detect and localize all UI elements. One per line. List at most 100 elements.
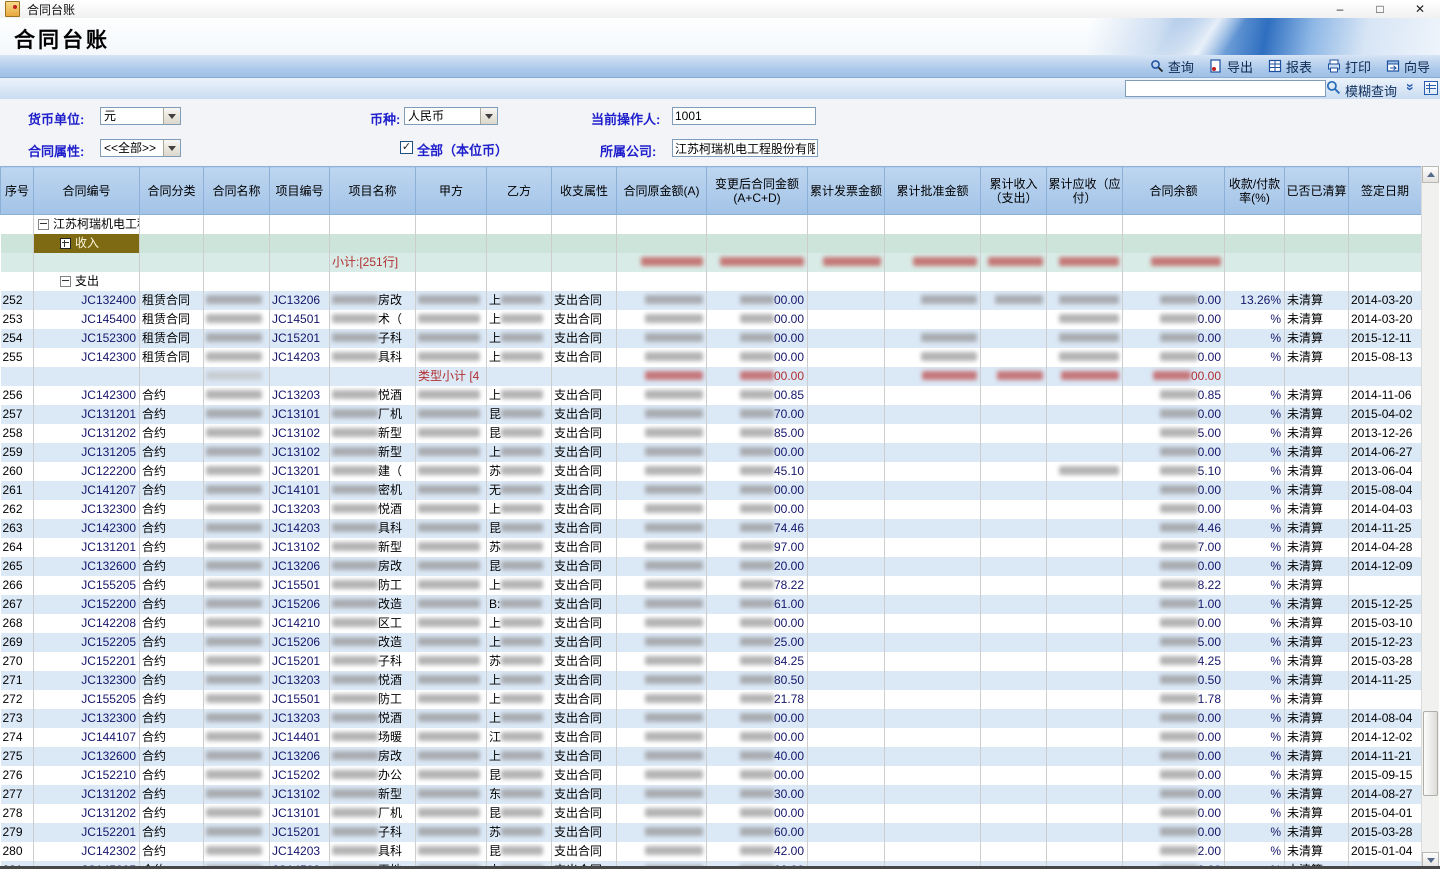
table-row-273[interactable]: 273JC132300合约JC13203悦酒上支出合同00.000.00%未清算…: [1, 709, 1422, 728]
currency-select[interactable]: 人民币: [404, 107, 498, 125]
scrollbar-thumb[interactable]: [1423, 711, 1438, 796]
cell-project-name: 改造: [330, 633, 416, 652]
cell-approved-amount: [885, 234, 981, 253]
table-row-259[interactable]: 259JC131205合约JC13102新型上支出合同00.000.00%未清算…: [1, 443, 1422, 462]
query-button[interactable]: 查询: [1150, 57, 1194, 76]
currency-unit-select[interactable]: 元: [100, 107, 181, 125]
company-field[interactable]: [672, 139, 818, 157]
table-row-256[interactable]: 256JC142300合约JC13203悦酒上支出合同00.850.85%未清算…: [1, 386, 1422, 405]
cell-party-b: [487, 253, 552, 272]
table-row-270[interactable]: 270JC152201合约JC15201子科苏支出合同84.254.25%未清算…: [1, 652, 1422, 671]
table-row-277[interactable]: 277JC131202合约JC13102新型东支出合同30.000.00%未清算…: [1, 785, 1422, 804]
cell-party-b: 昆: [487, 405, 552, 424]
cell-invoice-amount: [808, 614, 885, 633]
table-row-280[interactable]: 280JC142302合约JC14203具科昆支出合同42.002.00%未清算…: [1, 842, 1422, 861]
cell-approved-amount: [885, 424, 981, 443]
table-row-266[interactable]: 266JC155205合约JC15501防工上支出合同78.228.22%未清算: [1, 576, 1422, 595]
table-row-254[interactable]: 254JC152300租赁合同JC15201子科上支出合同00.000.00%未…: [1, 329, 1422, 348]
expand-plus-icon[interactable]: [60, 238, 71, 249]
cell-name: [204, 481, 270, 500]
cell-name: [204, 253, 270, 272]
search-input[interactable]: [1125, 80, 1326, 97]
column-header-contract-no[interactable]: 合同编号: [34, 167, 140, 215]
cell-contract-no: JC131202: [34, 785, 140, 804]
column-header-project-no[interactable]: 项目编号: [270, 167, 330, 215]
fuzzy-query-button[interactable]: 模糊查询: [1345, 81, 1397, 100]
scroll-up-button[interactable]: [1422, 166, 1439, 183]
table-row-276[interactable]: 276JC152210合约JC15202办公昆支出合同00.000.00%未清算…: [1, 766, 1422, 785]
collapse-minus-icon[interactable]: [60, 276, 71, 287]
table-row-expense[interactable]: 支出: [1, 272, 1422, 291]
close-button[interactable]: ✕: [1400, 0, 1440, 18]
minimize-button[interactable]: –: [1320, 0, 1360, 18]
vertical-scrollbar[interactable]: [1421, 166, 1439, 869]
chevron-down-icon[interactable]: »: [1403, 80, 1419, 94]
table-row-268[interactable]: 268JC142208合约JC14210区工上支出合同00.000.00%未清算…: [1, 614, 1422, 633]
table-row-278[interactable]: 278JC131202合约JC13101厂机昆支出合同00.000.00%未清算…: [1, 804, 1422, 823]
column-header-category[interactable]: 合同分类: [140, 167, 204, 215]
column-header-sign-date[interactable]: 签定日期: [1349, 167, 1422, 215]
cell-rate: %: [1225, 405, 1285, 424]
column-header-name[interactable]: 合同名称: [204, 167, 270, 215]
collapse-minus-icon[interactable]: [38, 219, 49, 230]
table-row-255[interactable]: 255JC142300租赁合同JC14203具科上支出合同00.000.00%未…: [1, 348, 1422, 367]
dropdown-arrow-icon[interactable]: [163, 140, 180, 156]
table-row-274[interactable]: 274JC144107合约JC14401场暖江支出合同00.000.00%未清算…: [1, 728, 1422, 747]
cell-name: [204, 215, 270, 234]
table-row-262[interactable]: 262JC132300合约JC13203悦酒上支出合同00.000.00%未清算…: [1, 500, 1422, 519]
table-row-271[interactable]: 271JC132300合约JC13203悦酒上支出合同80.500.50%未清算…: [1, 671, 1422, 690]
cell-contract-no: JC131201: [34, 405, 140, 424]
column-header-attr[interactable]: 收支属性: [552, 167, 617, 215]
column-header-party-b[interactable]: 乙方: [487, 167, 552, 215]
table-row-261[interactable]: 261JC141207合约JC14101密机无支出合同00.000.00%未清算…: [1, 481, 1422, 500]
table-row-type_subtotal[interactable]: 类型小计 [400.0000.00: [1, 367, 1422, 386]
report-button[interactable]: 报表: [1268, 57, 1312, 76]
column-header-seq[interactable]: 序号: [1, 167, 34, 215]
column-header-settled[interactable]: 已否已清算: [1285, 167, 1349, 215]
table-row-258[interactable]: 258JC131202合约JC13102新型昆支出合同85.005.00%未清算…: [1, 424, 1422, 443]
export-button[interactable]: 导出: [1209, 57, 1253, 76]
column-header-invoice-amount[interactable]: 累计发票金额: [808, 167, 885, 215]
column-header-orig-amount[interactable]: 合同原金额(A): [617, 167, 707, 215]
print-button[interactable]: 打印: [1327, 57, 1371, 76]
table-row-269[interactable]: 269JC152205合约JC15206改造上支出合同25.005.00%未清算…: [1, 633, 1422, 652]
wizard-button[interactable]: 向导: [1386, 57, 1430, 76]
cell-payable-amount: [1047, 652, 1123, 671]
column-header-rate[interactable]: 收款/付款率(%): [1225, 167, 1285, 215]
column-header-party-a[interactable]: 甲方: [416, 167, 487, 215]
table-row-264[interactable]: 264JC131201合约JC13102新型苏支出合同97.007.00%未清算…: [1, 538, 1422, 557]
cell-changed-amount: 78.22: [707, 576, 808, 595]
table-row-company[interactable]: 江苏柯瑞机电工程: [1, 215, 1422, 234]
table-row-265[interactable]: 265JC132600合约JC13206房改昆支出合同20.000.00%未清算…: [1, 557, 1422, 576]
column-header-approved-amount[interactable]: 累计批准金额: [885, 167, 981, 215]
table-row-260[interactable]: 260JC122200合约JC13201建（苏支出合同45.105.10%未清算…: [1, 462, 1422, 481]
table-row-subtotal[interactable]: 小计:[251行]: [1, 253, 1422, 272]
contract-attr-select[interactable]: <<全部>>: [100, 139, 181, 157]
table-row-263[interactable]: 263JC142300合约JC14203具科昆支出合同74.464.46%未清算…: [1, 519, 1422, 538]
dropdown-arrow-icon[interactable]: [480, 108, 497, 124]
maximize-button[interactable]: □: [1360, 0, 1400, 18]
table-row-267[interactable]: 267JC152200合约JC15206改造B:支出合同61.001.00%未清…: [1, 595, 1422, 614]
cell-income-amount: [981, 367, 1047, 386]
table-row-252[interactable]: 252JC132400租赁合同JC13206房改上支出合同00.000.0013…: [1, 291, 1422, 310]
column-header-project-name[interactable]: 项目名称: [330, 167, 416, 215]
dropdown-arrow-icon[interactable]: [163, 108, 180, 124]
table-row-275[interactable]: 275JC132600合约JC13206房改上支出合同40.000.00%未清算…: [1, 747, 1422, 766]
column-header-payable-amount[interactable]: 累计应收（应付）: [1047, 167, 1123, 215]
table-row-272[interactable]: 272JC155205合约JC15501防工上支出合同21.781.78%未清算: [1, 690, 1422, 709]
table-row-279[interactable]: 279JC152201合约JC15201子科苏支出合同60.000.00%未清算…: [1, 823, 1422, 842]
column-header-income-amount[interactable]: 累计收入（支出）: [981, 167, 1047, 215]
redacted-blur: [418, 732, 480, 741]
cell-changed-amount: 00.00: [707, 443, 808, 462]
column-header-balance[interactable]: 合同余额: [1123, 167, 1225, 215]
redacted-blur: [645, 542, 703, 551]
cell-contract-no: JC132400: [34, 291, 140, 310]
grid-view-icon[interactable]: [1424, 81, 1438, 95]
operator-field[interactable]: [672, 107, 816, 125]
table-row-257[interactable]: 257JC131201合约JC13101厂机昆支出合同70.000.00%未清算…: [1, 405, 1422, 424]
cell-invoice-amount: [808, 728, 885, 747]
all-base-currency-checkbox[interactable]: ✓: [400, 141, 413, 154]
column-header-changed-amount[interactable]: 变更后合同金额(A+C+D): [707, 167, 808, 215]
table-row-253[interactable]: 253JC145400租赁合同JC14501术（上支出合同00.000.00%未…: [1, 310, 1422, 329]
table-row-income[interactable]: 收入: [1, 234, 1422, 253]
